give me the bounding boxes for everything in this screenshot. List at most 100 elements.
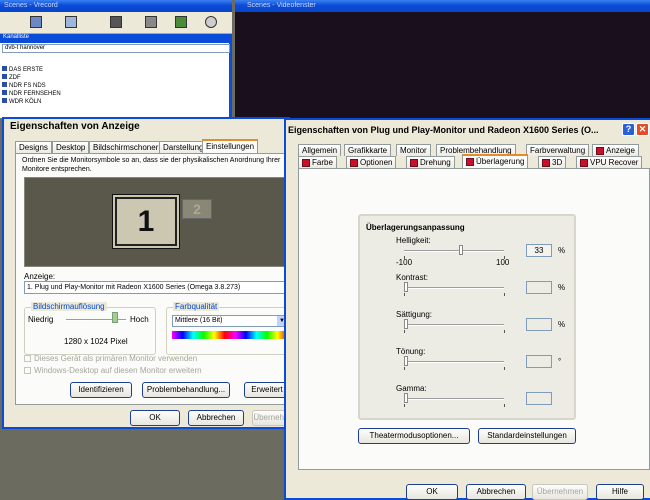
res-low-label: Niedrig [28, 315, 54, 324]
channel-list: DAS ERSTE ZDF NDR FS NDS NDR FERNSEHEN W… [2, 66, 230, 116]
instructions-text: Ordnen Sie die Monitorsymbole so an, das… [22, 157, 281, 173]
slider-value-box [526, 392, 552, 405]
extend-desktop-checkbox[interactable]: Windows-Desktop auf diesen Monitor erwei… [24, 366, 202, 375]
slider-value-box [526, 355, 552, 368]
vrecord-titlebar: Scenes - Vrecord [0, 0, 232, 12]
ati-icon [350, 158, 358, 167]
pnp-dialog-titlebar: Eigenschaften von Plug und Play-Monitor … [286, 120, 650, 138]
color-spectrum-bar [172, 331, 288, 339]
slider-track[interactable] [404, 250, 504, 252]
ati-icon [596, 146, 604, 155]
anzeige-label: Anzeige: [24, 272, 56, 281]
slider-track [404, 287, 504, 289]
slider-tick-left [404, 367, 405, 370]
toolbar-icon-6[interactable] [205, 16, 217, 28]
monitor-1-icon[interactable]: 1 [112, 194, 180, 249]
slider-label: Sättigung: [396, 310, 433, 319]
tab-optionen[interactable]: Optionen [346, 156, 397, 168]
monitor-2-icon[interactable]: 2 [182, 199, 212, 219]
toolbar-icons [30, 16, 230, 30]
help-icon[interactable]: ? [622, 123, 635, 136]
tab-general[interactable]: Allgemein [298, 144, 342, 156]
pnp-ok-button[interactable]: OK [406, 484, 458, 500]
ati-icon [466, 157, 474, 166]
slider-label: Gamma: [396, 384, 427, 393]
channel-item[interactable]: ZDF [2, 74, 230, 82]
channel-item[interactable]: DAS ERSTE [2, 66, 230, 74]
ati-icon [542, 158, 550, 167]
anzeige-select[interactable]: 1. Plug und Play-Monitor mit Radeon X160… [24, 281, 286, 294]
pnp-dialog-title: Eigenschaften von Plug und Play-Monitor … [288, 125, 599, 135]
channel-item[interactable]: NDR FERNSEHEN [2, 90, 230, 98]
defaults-button[interactable]: Standardeinstellungen [478, 428, 576, 444]
slider-tick-right [504, 404, 505, 407]
slider-track [404, 361, 504, 363]
slider-tick-left [404, 293, 405, 296]
slider-thumb [404, 356, 408, 366]
primary-monitor-checkbox[interactable]: Dieses Gerät als primären Monitor verwen… [24, 354, 197, 363]
toolbar-icon-2[interactable] [65, 16, 77, 28]
slider-thumb [404, 393, 408, 403]
tab-drehung[interactable]: Drehung [406, 156, 455, 168]
tab-settings[interactable]: Einstellungen [202, 139, 259, 153]
slider-tick-right [504, 293, 505, 296]
slider-tick-right [504, 330, 505, 333]
ati-icon [580, 158, 588, 167]
slider-unit: % [558, 283, 566, 292]
slider-tick-left [404, 330, 405, 333]
slider-unit: ° [558, 357, 562, 366]
channel-select[interactable]: dvb-t hannover [2, 44, 230, 53]
slider-track [404, 324, 504, 326]
slider-track [404, 398, 504, 400]
display-dialog-titlebar: Eigenschaften von Anzeige [4, 119, 288, 135]
tab-ueberlagerung[interactable]: Überlagerung [462, 154, 529, 168]
pnp-help-button[interactable]: Hilfe [596, 484, 644, 500]
resolution-slider-thumb[interactable] [112, 312, 118, 323]
tab-desktop[interactable]: Desktop [52, 141, 90, 153]
troubleshoot-button[interactable]: Problembehandlung... [142, 382, 230, 398]
tab-monitor[interactable]: Monitor [396, 144, 431, 156]
slider-thumb [404, 282, 408, 292]
slider-unit: % [558, 320, 566, 329]
tab-graphics-card[interactable]: Grafikkarte [344, 144, 392, 156]
color-quality-group-title: Farbqualität [173, 302, 220, 311]
tab-anzeige[interactable]: Anzeige [592, 144, 639, 156]
identify-button[interactable]: Identifizieren [70, 382, 132, 398]
channel-label: Kanalliste [0, 34, 232, 43]
pnp-cancel-button[interactable]: Abbrechen [466, 484, 526, 500]
slider-value-box[interactable]: 33 [526, 244, 552, 257]
channel-item[interactable]: WDR KÖLN [2, 98, 230, 106]
pnp-apply-button[interactable]: Übernehmen [532, 484, 588, 500]
slider-value-box [526, 281, 552, 294]
close-icon[interactable]: ✕ [636, 123, 649, 136]
tab-vpu-recover[interactable]: VPU Recover [576, 156, 643, 168]
slider-min-label: -100 [396, 258, 413, 267]
slider-thumb[interactable] [459, 245, 463, 255]
res-high-label: Hoch [130, 315, 149, 324]
tab-designs[interactable]: Designs [15, 141, 52, 153]
toolbar-icon-5[interactable] [175, 16, 187, 28]
display-cancel-button[interactable]: Abbrechen [188, 410, 244, 426]
tab-color-management[interactable]: Farbverwaltung [526, 144, 590, 156]
display-ok-button[interactable]: OK [130, 410, 180, 426]
color-quality-value: Mittlere (16 Bit) [175, 317, 223, 324]
color-quality-select[interactable]: Mittlere (16 Bit) ▼ [172, 315, 288, 327]
slider-label: Helligkeit: [396, 236, 431, 245]
theater-mode-button[interactable]: Theatermodusoptionen... [358, 428, 470, 444]
tab-appearance[interactable]: Darstellung [159, 141, 208, 153]
slider-label: Tönung: [396, 347, 426, 356]
slider-tick-right [504, 367, 505, 370]
toolbar-icon-1[interactable] [30, 16, 42, 28]
tab-farbe[interactable]: Farbe [298, 156, 337, 168]
tab-screensaver[interactable]: Bildschirmschoner [89, 141, 163, 153]
video-titlebar: Scenes - Videofenster [235, 0, 650, 12]
overlay-group-title: Überlagerungsanpassung [366, 223, 465, 232]
vrecord-window: Scenes - Vrecord Kanalliste dvb-t hannov… [0, 0, 232, 118]
tab-3d[interactable]: 3D [538, 156, 567, 168]
channel-item[interactable]: NDR FS NDS [2, 82, 230, 90]
slider-value-box [526, 318, 552, 331]
toolbar-icon-4[interactable] [145, 16, 157, 28]
toolbar-icon-3[interactable] [110, 16, 122, 28]
pnp-properties-dialog: Eigenschaften von Plug und Play-Monitor … [284, 118, 650, 500]
display-properties-dialog: Eigenschaften von Anzeige Designs Deskto… [2, 117, 292, 429]
